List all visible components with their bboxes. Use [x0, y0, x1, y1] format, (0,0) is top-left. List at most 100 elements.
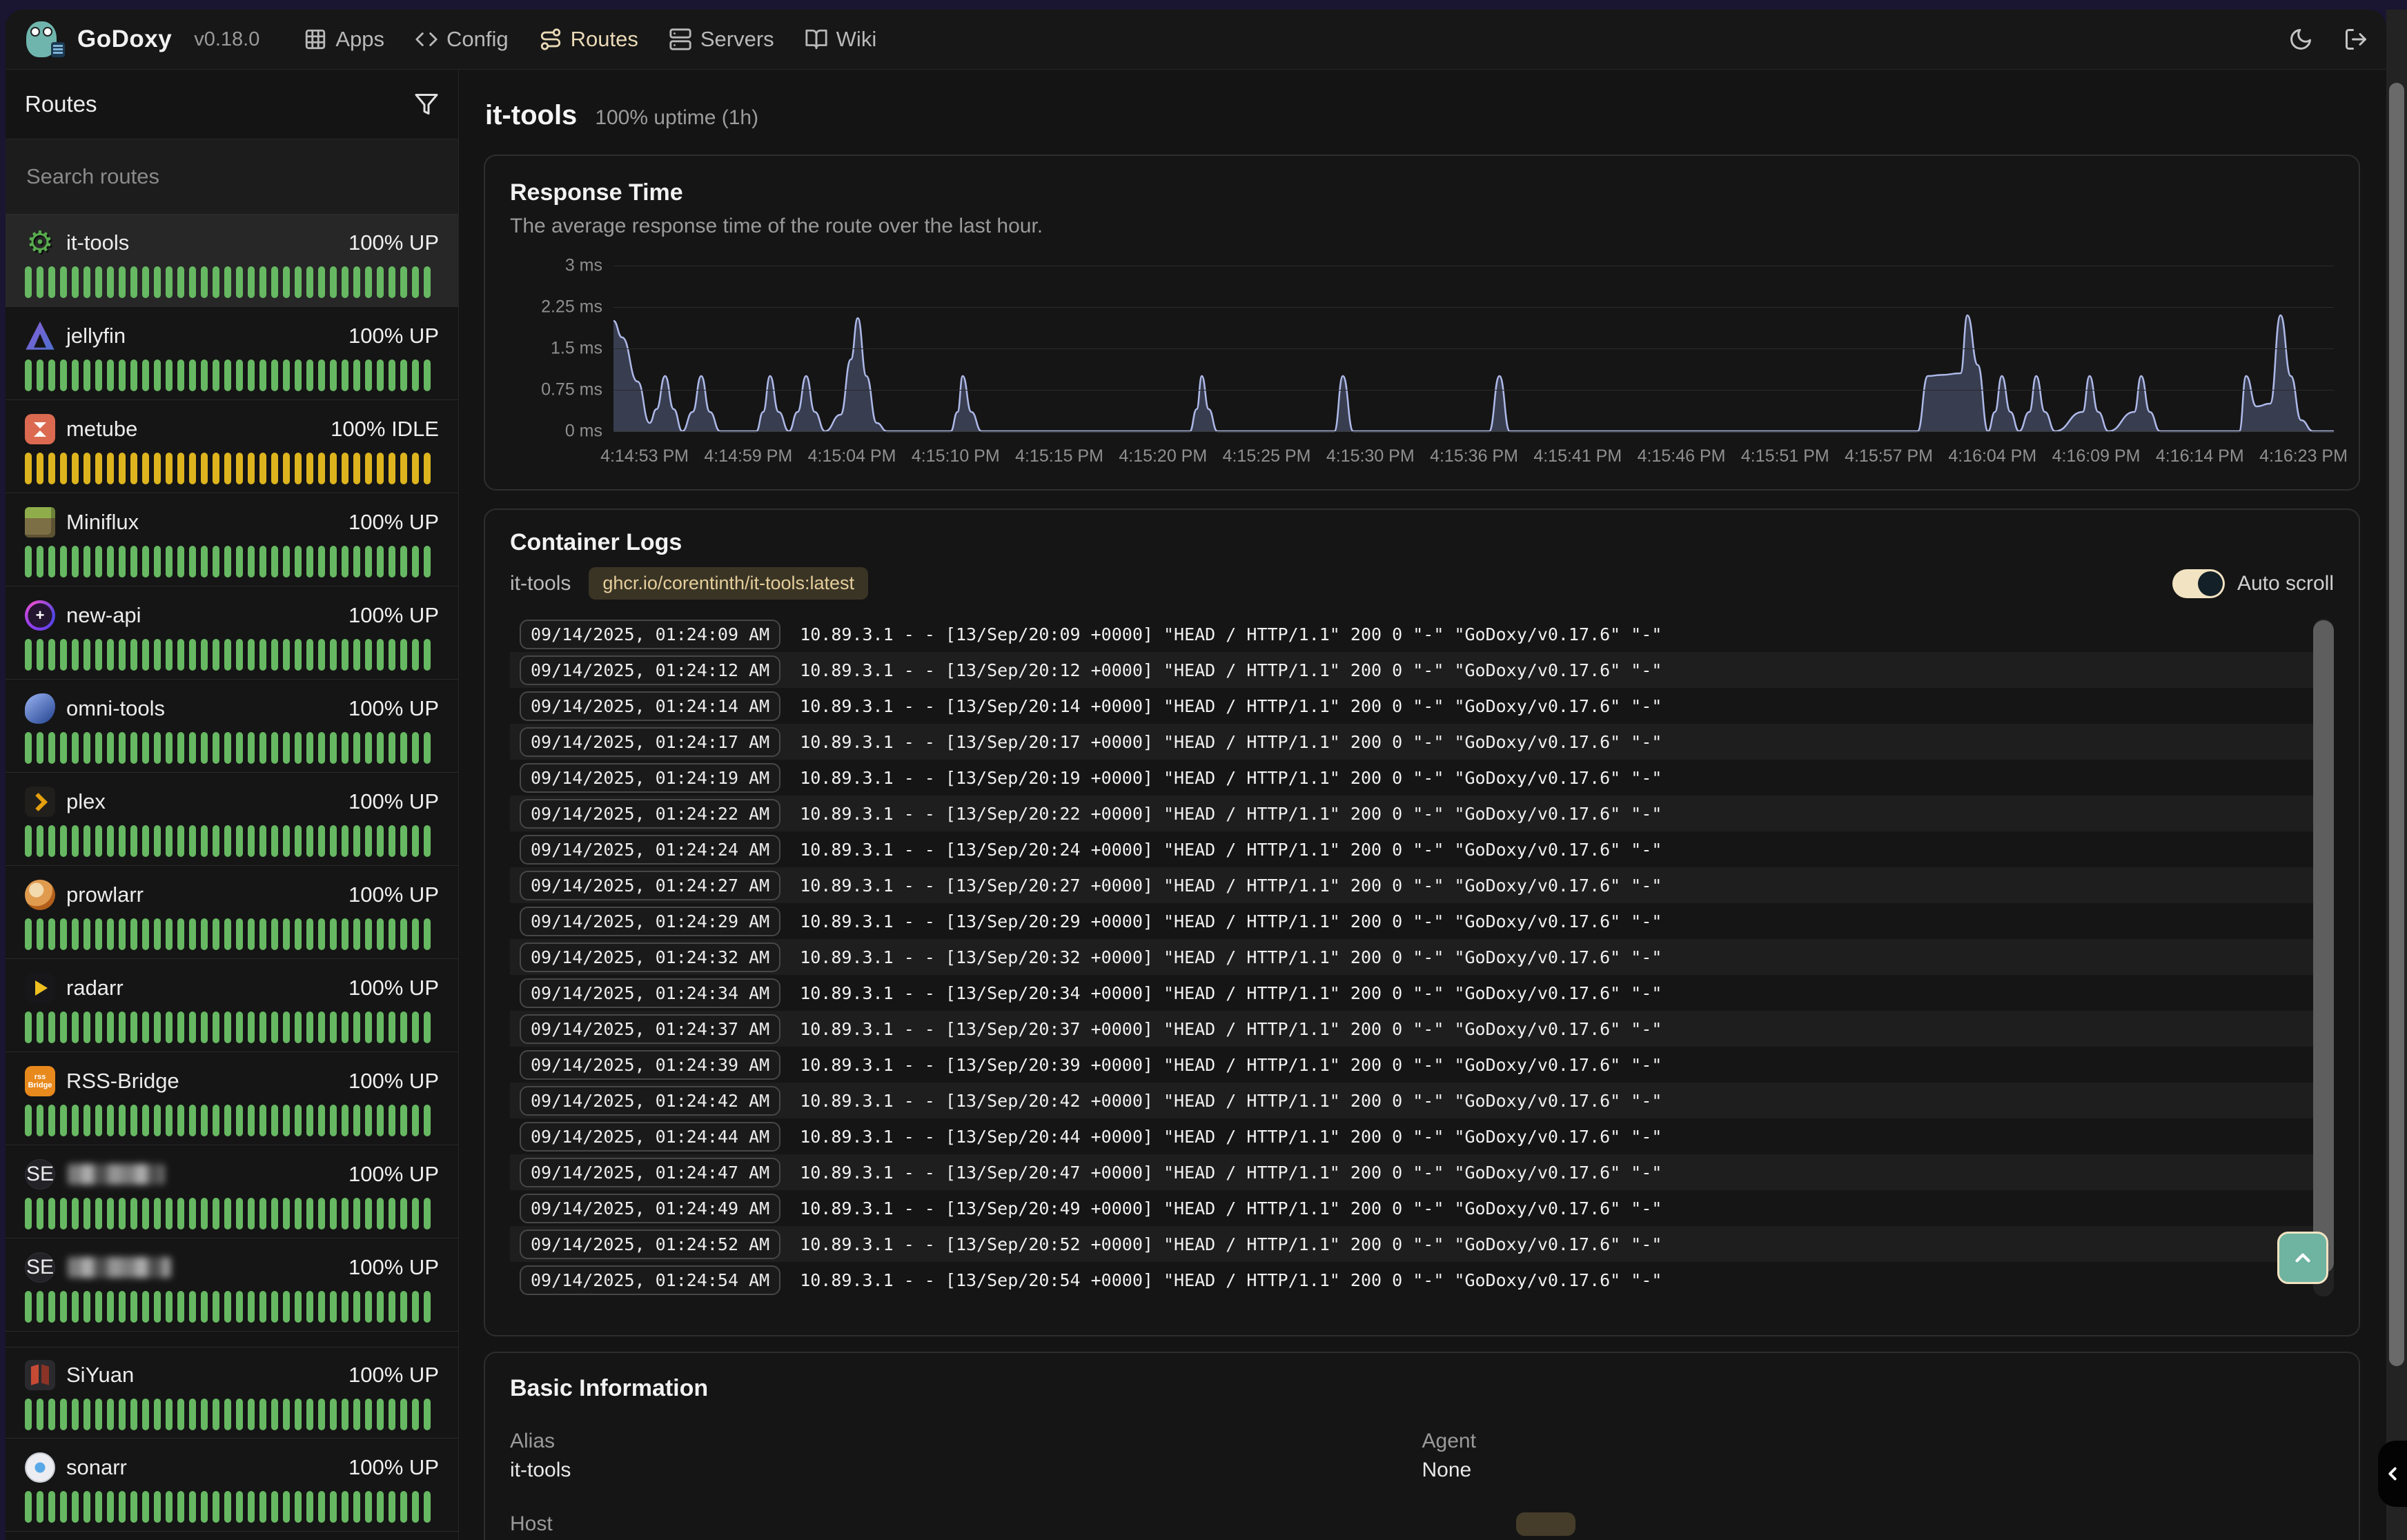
log-message: 10.89.3.1 - - [13/Sep/20:54 +0000] "HEAD…: [800, 1270, 1662, 1290]
nav-item-wiki[interactable]: Wiki: [805, 27, 877, 52]
route-name: metube: [66, 417, 137, 442]
brand-version: v0.18.0: [194, 28, 259, 51]
route-status-badge: 100% UP: [348, 324, 439, 348]
page-title: it-tools: [485, 100, 577, 131]
basic-information-card: Basic Information Aliasit-toolsAgentNone…: [484, 1352, 2360, 1540]
log-row: 09/14/2025, 01:24:27 AM10.89.3.1 - - [13…: [510, 867, 2334, 903]
route-status-badge: 100% UP: [348, 976, 439, 1000]
nav-item-servers[interactable]: Servers: [669, 27, 774, 52]
uptime-bars: [25, 825, 439, 857]
log-timestamp: 09/14/2025, 01:24:24 AM: [520, 835, 780, 865]
x-tick-label: 4:15:36 PM: [1430, 446, 1518, 466]
route-item-se[interactable]: SE100% UP: [6, 1240, 458, 1332]
route-item-siyuan[interactable]: SiYuan100% UP: [6, 1347, 458, 1439]
uptime-text: 100% uptime (1h): [595, 106, 758, 130]
log-row: 09/14/2025, 01:24:12 AM10.89.3.1 - - [13…: [510, 652, 2334, 688]
search-input[interactable]: [6, 164, 458, 189]
uptime-bars: [25, 453, 439, 484]
nav-item-apps[interactable]: Apps: [304, 27, 384, 52]
log-row: 09/14/2025, 01:24:09 AM10.89.3.1 - - [13…: [510, 616, 2334, 652]
layout: Routes ⚙it-tools100% UPjellyfin100% UPme…: [6, 70, 2386, 1540]
route-item-metube[interactable]: metube100% IDLE: [6, 402, 458, 493]
x-tick-label: 4:15:15 PM: [1015, 446, 1103, 466]
log-message: 10.89.3.1 - - [13/Sep/20:47 +0000] "HEAD…: [800, 1163, 1662, 1183]
uptime-bars: [25, 359, 439, 391]
theme-toggle-moon-icon[interactable]: [2288, 27, 2313, 52]
info-field-label: Host: [510, 1512, 1422, 1536]
route-name: SiYuan: [66, 1363, 134, 1388]
uptime-bars: [25, 1399, 439, 1430]
route-name: sonarr: [66, 1455, 127, 1480]
new-api-icon: +: [25, 600, 55, 631]
route-name: Miniflux: [66, 510, 139, 535]
info-field-alias: Alias it-tools: [510, 1430, 1422, 1482]
route-status-badge: 100% UP: [348, 510, 439, 535]
nav-items: Apps Config Routes Servers Wiki: [304, 27, 876, 52]
log-scrollbar-thumb[interactable]: [2313, 620, 2334, 1273]
log-timestamp: 09/14/2025, 01:24:32 AM: [520, 942, 780, 972]
route-name: new-api: [66, 603, 141, 628]
log-timestamp: 09/14/2025, 01:24:49 AM: [520, 1194, 780, 1223]
log-row: 09/14/2025, 01:24:49 AM10.89.3.1 - - [13…: [510, 1190, 2334, 1226]
x-tick-label: 4:14:59 PM: [704, 446, 792, 466]
log-timestamp: 09/14/2025, 01:24:27 AM: [520, 871, 780, 900]
route-item-plex[interactable]: plex100% UP: [6, 774, 458, 866]
log-timestamp: 09/14/2025, 01:24:42 AM: [520, 1086, 780, 1116]
log-scrollbar-track[interactable]: [2313, 619, 2334, 1296]
autoscroll-control: Auto scroll: [2172, 569, 2334, 598]
x-tick-label: 4:16:23 PM: [2259, 446, 2348, 466]
logout-icon[interactable]: [2344, 27, 2368, 52]
info-field-label: Alias: [510, 1430, 1422, 1453]
uptime-bars: [25, 266, 439, 298]
brand[interactable]: GoDoxy v0.18.0: [26, 20, 259, 59]
info-field-value: it-tools: [510, 1459, 1422, 1482]
it-tools-icon: ⚙: [25, 228, 55, 258]
log-timestamp: 09/14/2025, 01:24:37 AM: [520, 1014, 780, 1044]
log-timestamp: 09/14/2025, 01:24:29 AM: [520, 907, 780, 936]
omni-tools-icon: [25, 693, 55, 724]
log-message: 10.89.3.1 - - [13/Sep/20:14 +0000] "HEAD…: [800, 696, 1662, 716]
uptime-bars: [25, 1198, 439, 1230]
route-item-rss-bridge[interactable]: rssBridgeRSS-Bridge100% UP: [6, 1054, 458, 1145]
route-item-jellyfin[interactable]: jellyfin100% UP: [6, 308, 458, 400]
route-status-badge: 100% UP: [348, 230, 439, 255]
route-item-se[interactable]: SE100% UP: [6, 1147, 458, 1238]
route-item-omni-tools[interactable]: omni-tools100% UP: [6, 681, 458, 773]
x-tick-label: 4:16:09 PM: [2052, 446, 2141, 466]
uptime-bars: [25, 1011, 439, 1043]
scroll-to-top-button[interactable]: [2277, 1232, 2328, 1284]
nav-item-routes[interactable]: Routes: [539, 27, 638, 52]
container-logs-card: Container Logs it-tools ghcr.io/corentin…: [484, 509, 2360, 1336]
x-tick-label: 4:15:20 PM: [1119, 446, 1207, 466]
container-logs-title: Container Logs: [510, 529, 2334, 556]
route-name: radarr: [66, 976, 124, 1000]
log-row: 09/14/2025, 01:24:22 AM10.89.3.1 - - [13…: [510, 796, 2334, 831]
log-message: 10.89.3.1 - - [13/Sep/20:19 +0000] "HEAD…: [800, 768, 1662, 788]
y-tick-label: 2.25 ms: [513, 297, 602, 317]
sidebar: Routes ⚙it-tools100% UPjellyfin100% UPme…: [6, 70, 459, 1540]
jellyfin-icon: [25, 321, 55, 351]
route-item-radarr[interactable]: radarr 100% UP: [6, 960, 458, 1052]
info-field-agent: AgentNone: [1422, 1430, 2335, 1482]
prowlarr-icon: [25, 880, 55, 910]
autoscroll-toggle[interactable]: [2172, 569, 2225, 598]
route-name-redacted: [68, 1257, 171, 1278]
route-item-new-api[interactable]: +new-api100% UP: [6, 588, 458, 680]
search-row: [6, 139, 458, 215]
log-box: 09/14/2025, 01:24:09 AM10.89.3.1 - - [13…: [510, 616, 2334, 1298]
x-tick-label: 4:15:41 PM: [1533, 446, 1622, 466]
x-tick-label: 4:15:57 PM: [1845, 446, 1933, 466]
route-item-it-tools[interactable]: ⚙it-tools100% UP: [6, 215, 458, 307]
page-scrollbar-thumb[interactable]: [2389, 83, 2404, 1366]
y-tick-label: 1.5 ms: [513, 339, 602, 359]
sidebar-collapse-handle[interactable]: [2378, 1441, 2407, 1507]
route-item-prowlarr[interactable]: prowlarr100% UP: [6, 867, 458, 959]
nav-item-config[interactable]: Config: [415, 27, 509, 52]
route-item-sonarr[interactable]: sonarr100% UP: [6, 1440, 458, 1532]
route-item-miniflux[interactable]: Miniflux 100% UP: [6, 495, 458, 586]
y-tick-label: 0.75 ms: [513, 380, 602, 400]
page-scrollbar-track[interactable]: [2386, 10, 2407, 1540]
log-row: 09/14/2025, 01:24:42 AM10.89.3.1 - - [13…: [510, 1083, 2334, 1118]
filter-icon[interactable]: [414, 92, 439, 117]
response-time-chart: 3 ms2.25 ms1.5 ms0.75 ms0 ms: [613, 266, 2334, 431]
